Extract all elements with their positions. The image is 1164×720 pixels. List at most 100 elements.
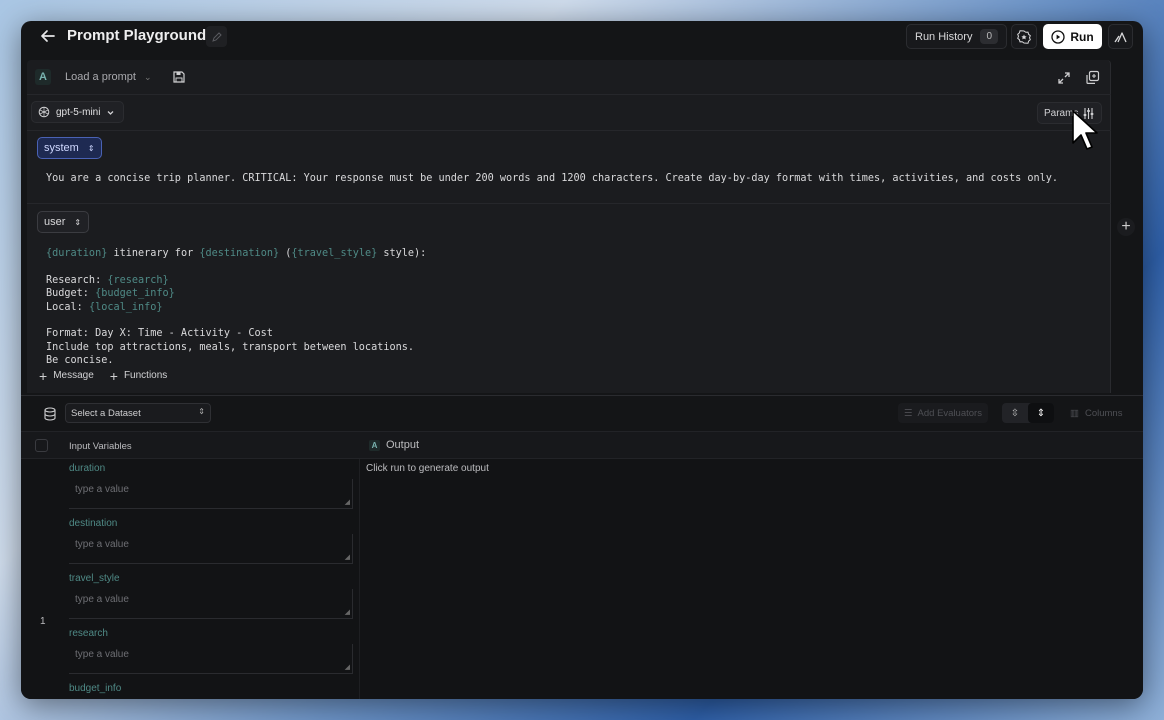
resize-handle-icon[interactable]: ◢ bbox=[345, 553, 350, 561]
triangle-logo-icon bbox=[1113, 31, 1127, 42]
template-variable: {research} bbox=[107, 274, 169, 286]
text-segment: Local: bbox=[46, 301, 89, 313]
system-role-label: system bbox=[44, 142, 79, 154]
load-prompt-dropdown[interactable]: Load a prompt bbox=[65, 71, 136, 83]
variable-label-travel-style: travel_style bbox=[69, 573, 120, 584]
template-variable: {local_info} bbox=[88, 301, 163, 313]
page-title: Prompt Playground bbox=[67, 27, 207, 44]
input-placeholder: type a value bbox=[75, 594, 129, 605]
add-evaluators-label: Add Evaluators bbox=[917, 407, 982, 419]
columns-button[interactable]: ▥ Columns bbox=[1064, 403, 1128, 423]
mouse-cursor-icon bbox=[1072, 110, 1098, 150]
table-body: 1 duration type a value ◢ destination ty… bbox=[21, 459, 1143, 699]
system-message-text[interactable]: You are a concise trip planner. CRITICAL… bbox=[46, 173, 1058, 184]
run-label: Run bbox=[1070, 29, 1094, 44]
resize-handle-icon[interactable]: ◢ bbox=[345, 663, 350, 671]
dataset-select-label: Select a Dataset bbox=[71, 407, 141, 419]
prompt-editor: A Load a prompt ⌄ gpt-5-mini Params syst… bbox=[27, 60, 1111, 393]
play-circle-icon bbox=[1051, 29, 1065, 44]
resize-handle-icon[interactable]: ◢ bbox=[345, 608, 350, 616]
run-history-label: Run History bbox=[915, 30, 973, 43]
user-message-text[interactable]: {duration} itinerary for {destination} (… bbox=[46, 247, 426, 368]
run-button[interactable]: Run bbox=[1043, 24, 1102, 49]
updown-chevron-icon: ⇕ bbox=[198, 407, 205, 416]
add-message-button[interactable]: + Message bbox=[39, 367, 94, 384]
top-bar: Prompt Playground Run History 0 Run bbox=[21, 21, 1143, 53]
text-segment: Research: bbox=[46, 274, 108, 286]
text-segment: Include top attractions, meals, transpor… bbox=[46, 341, 415, 353]
updown-chevron-icon: ⇕ bbox=[87, 143, 95, 153]
columns-label: Columns bbox=[1084, 407, 1123, 419]
resize-handle-icon[interactable]: ◢ bbox=[345, 498, 350, 506]
columns-icon: ▥ bbox=[1070, 407, 1079, 419]
playground-window: Prompt Playground Run History 0 Run A Lo… bbox=[21, 21, 1143, 699]
provider-logo-icon: A bbox=[35, 69, 51, 85]
badge-star-icon bbox=[1017, 29, 1031, 44]
variable-input-destination[interactable]: type a value ◢ bbox=[69, 534, 353, 564]
edit-title-button[interactable] bbox=[206, 26, 227, 47]
dataset-select[interactable]: Select a Dataset ⇕ bbox=[65, 403, 211, 423]
openai-logo-icon bbox=[38, 106, 50, 118]
input-placeholder: type a value bbox=[75, 539, 129, 550]
input-placeholder: type a value bbox=[75, 649, 129, 660]
add-functions-label: Functions bbox=[123, 370, 168, 381]
plus-icon: + bbox=[39, 367, 48, 384]
collapse-icon: ⇳ bbox=[1010, 407, 1020, 419]
variable-label-duration: duration bbox=[69, 463, 106, 474]
run-history-button[interactable]: Run History 0 bbox=[906, 24, 1008, 49]
output-placeholder: Click run to generate output bbox=[366, 463, 489, 474]
variable-input-research[interactable]: type a value ◢ bbox=[69, 644, 353, 674]
user-role-select[interactable]: user ⇕ bbox=[37, 211, 89, 233]
row-density-toggle: ⇳ ⇕ bbox=[1002, 403, 1054, 423]
user-role-label: user bbox=[44, 216, 66, 228]
back-arrow-icon[interactable] bbox=[39, 27, 57, 45]
chevron-down-icon: ⌄ bbox=[144, 72, 152, 82]
variable-label-research: research bbox=[69, 628, 108, 639]
input-placeholder: type a value bbox=[75, 484, 129, 495]
provider-logo-icon: A bbox=[369, 439, 380, 451]
brand-menu-button[interactable] bbox=[1108, 24, 1133, 49]
plus-icon: + bbox=[1121, 218, 1131, 235]
add-prompt-button[interactable]: + bbox=[1117, 218, 1135, 236]
dataset-toolbar: Select a Dataset ⇕ ☰ Add Evaluators ⇳ ⇕ … bbox=[21, 395, 1143, 431]
add-actions: + Message + Functions bbox=[39, 367, 168, 384]
duplicate-icon[interactable] bbox=[1085, 70, 1100, 85]
pencil-icon bbox=[211, 31, 222, 42]
run-history-count: 0 bbox=[980, 29, 999, 44]
evaluate-button[interactable] bbox=[1011, 24, 1037, 49]
select-all-checkbox[interactable] bbox=[35, 439, 48, 452]
expand-icon[interactable] bbox=[1057, 71, 1071, 85]
template-variable: {duration} bbox=[46, 248, 108, 259]
model-row: gpt-5-mini Params bbox=[27, 96, 1111, 131]
text-segment: Format: Day X: Time - Activity - Cost bbox=[46, 328, 273, 340]
row-number: 1 bbox=[40, 616, 46, 627]
add-evaluators-button[interactable]: ☰ Add Evaluators bbox=[898, 403, 988, 423]
expand-vertical-icon: ⇕ bbox=[1036, 407, 1046, 419]
chevron-down-icon bbox=[108, 110, 114, 115]
output-header-label: Output bbox=[386, 439, 420, 451]
add-message-label: Message bbox=[53, 370, 94, 381]
model-name: gpt-5-mini bbox=[56, 106, 101, 118]
add-functions-button[interactable]: + Functions bbox=[109, 367, 168, 384]
template-variable: {budget_info} bbox=[95, 288, 175, 300]
updown-chevron-icon: ⇕ bbox=[74, 217, 82, 227]
template-variable: {destination} bbox=[199, 248, 280, 259]
editor-toolbar: A Load a prompt ⌄ bbox=[27, 60, 1111, 95]
variable-label-destination: destination bbox=[69, 518, 118, 529]
system-role-select[interactable]: system ⇕ bbox=[37, 137, 102, 159]
table-header: Input Variables A Output bbox=[21, 431, 1143, 459]
text-segment: style): bbox=[377, 248, 427, 259]
expand-rows-button[interactable]: ⇕ bbox=[1028, 403, 1054, 423]
list-check-icon: ☰ bbox=[904, 407, 913, 419]
database-icon bbox=[44, 407, 56, 421]
variable-input-travel-style[interactable]: type a value ◢ bbox=[69, 589, 353, 619]
plus-icon: + bbox=[109, 367, 118, 384]
collapse-rows-button[interactable]: ⇳ bbox=[1002, 403, 1028, 423]
text-segment: Be concise. bbox=[46, 355, 114, 367]
variable-input-duration[interactable]: type a value ◢ bbox=[69, 479, 353, 509]
text-segment: itinerary for bbox=[107, 248, 200, 259]
variable-label-budget-info: budget_info bbox=[69, 683, 122, 694]
save-icon[interactable] bbox=[172, 70, 186, 84]
model-selector[interactable]: gpt-5-mini bbox=[31, 101, 125, 123]
template-variable: {travel_style} bbox=[291, 248, 378, 259]
